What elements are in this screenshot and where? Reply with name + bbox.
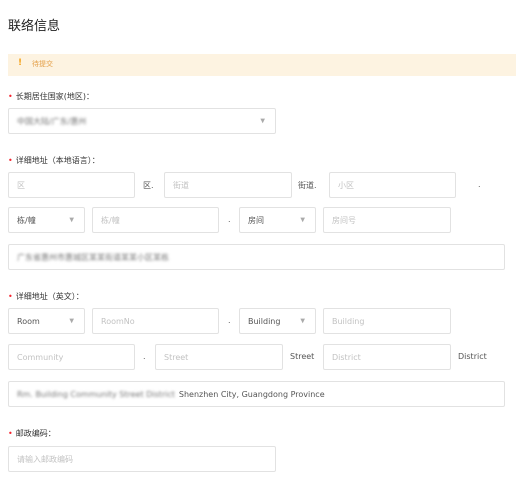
room-suffix: . [228,316,231,325]
local-full-address[interactable]: 广东省惠州市惠城区某某街道某某小区某栋 [8,244,505,270]
building-input[interactable]: 栋/幢 [92,207,219,233]
english-address-label: • 详细地址（英文）： [8,292,84,301]
local-address-label: • 详细地址（本地语言）： [8,156,100,165]
community-suffix-en: . [143,352,146,361]
chevron-down-icon: ▼ [300,317,305,325]
room-type-select[interactable]: 房间 ▼ [239,207,316,233]
chevron-down-icon: ▼ [300,216,305,224]
district-suffix: 区. [143,181,154,190]
chevron-down-icon: ▼ [69,317,74,325]
status-notice: ! 待提交 [8,54,516,76]
room-input[interactable]: 房间号 [323,207,451,233]
english-full-address[interactable]: Rm. Building Community Street District Sh… [8,381,505,407]
community-input-en[interactable]: Community [8,344,135,370]
notice-text: 待提交 [32,60,53,68]
district-suffix-en: District [458,352,487,361]
community-suffix: . [478,180,481,189]
exclamation-icon: ! [18,58,23,68]
residence-select[interactable]: 中国大陆/广东/惠州 ▼ [8,108,276,134]
building-suffix: . [228,215,231,224]
residence-value: 中国大陆/广东/惠州 [17,116,87,126]
room-number-input[interactable]: RoomNo [92,308,219,334]
district-input[interactable]: 区 [8,172,135,198]
room-type-select-en[interactable]: Room ▼ [8,308,85,334]
street-input[interactable]: 街道 [164,172,292,198]
chevron-down-icon: ▼ [260,117,265,125]
building-type-select[interactable]: 栋/幢 ▼ [8,207,85,233]
district-input-en[interactable]: District [323,344,451,370]
residence-label: • 长期居住国家(地区)： [8,92,94,101]
section-title: 联络信息 [8,19,61,34]
street-suffix-en: Street [290,352,315,361]
street-input-en[interactable]: Street [155,344,283,370]
postal-code-input[interactable]: 请输入邮政编码 [8,446,276,472]
street-suffix: 街道. [298,181,317,190]
chevron-down-icon: ▼ [69,216,74,224]
building-type-select-en[interactable]: Building ▼ [239,308,316,334]
postal-label: • 邮政编码： [8,429,56,438]
building-input-en[interactable]: Building [323,308,451,334]
community-input[interactable]: 小区 [329,172,456,198]
